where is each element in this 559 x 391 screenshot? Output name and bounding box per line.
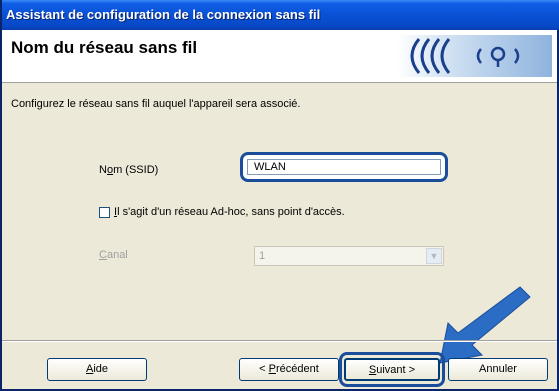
wifi-signal-icon <box>397 35 552 77</box>
instruction-text: Configurez le réseau sans fil auquel l'a… <box>11 98 301 110</box>
channel-value: 1 <box>259 250 266 262</box>
next-button[interactable]: Suivant > <box>344 358 440 381</box>
help-button[interactable]: Aide <box>47 358 147 381</box>
cancel-button[interactable]: Annuler <box>448 358 548 381</box>
pointer-arrow-icon <box>439 286 531 364</box>
channel-select[interactable]: 1 ▼ <box>254 246 444 266</box>
wizard-window: Assistant de configuration de la connexi… <box>0 0 559 391</box>
chevron-down-icon[interactable]: ▼ <box>426 248 442 264</box>
ssid-label: Nom (SSID) <box>99 164 159 176</box>
window-titlebar: Assistant de configuration de la connexi… <box>2 0 559 30</box>
ssid-input[interactable] <box>247 159 441 175</box>
ssid-highlight-frame <box>240 152 448 182</box>
adhoc-label[interactable]: Il s'agit d'un réseau Ad-hoc, sans point… <box>114 206 345 218</box>
channel-label: Canal <box>99 249 128 261</box>
page-header: Nom du réseau sans fil <box>2 30 557 83</box>
footer-divider <box>2 340 557 342</box>
adhoc-checkbox[interactable] <box>99 207 110 218</box>
page-title: Nom du réseau sans fil <box>11 38 198 57</box>
previous-button[interactable]: < Précédent <box>239 358 339 381</box>
